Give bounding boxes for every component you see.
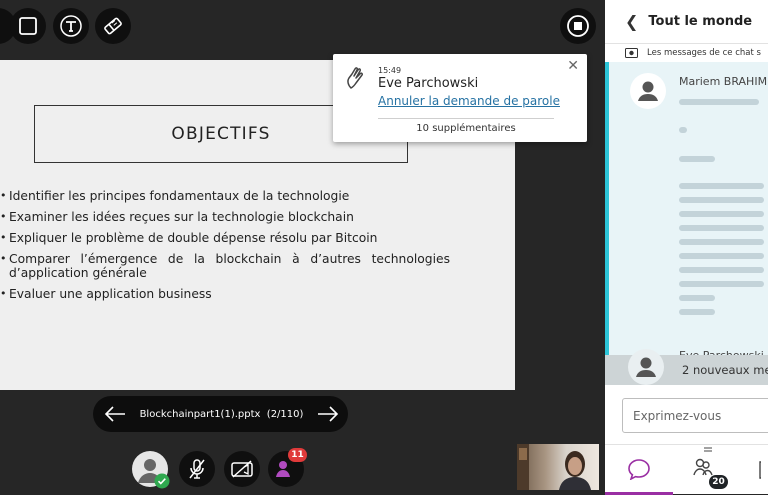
recording-notice-text: Les messages de ce chat s <box>647 48 761 58</box>
blurred-message <box>679 309 715 315</box>
participants-count-badge: 11 <box>288 448 307 462</box>
share-icon <box>759 461 761 479</box>
slide-page-counter: (2/110) <box>266 408 304 420</box>
text-tool-button[interactable] <box>53 8 89 44</box>
slide-bullet: Expliquer le problème de double dépense … <box>0 231 450 245</box>
tab-share[interactable] <box>755 445 768 495</box>
notification-user-name: Eve Parchowski <box>378 76 479 91</box>
blurred-message <box>679 156 715 162</box>
stop-share-icon <box>567 15 589 37</box>
notification-time: 15:49 <box>378 66 402 75</box>
square-icon <box>19 17 37 35</box>
microphone-toggle-button[interactable] <box>179 451 215 487</box>
cancel-hand-link[interactable]: Annuler la demande de parole <box>378 94 560 108</box>
blurred-message <box>679 267 764 273</box>
raise-hand-notification: 15:49 Eve Parchowski Annuler la demande … <box>333 54 587 142</box>
avatar-icon <box>636 357 656 377</box>
slide-navigation: Blockchainpart1(1).pptx (2/110) <box>93 396 348 432</box>
my-status-button[interactable] <box>132 451 170 489</box>
blurred-message <box>679 183 764 189</box>
slide-bullet: Comparer l’émergence de la blockchain à … <box>0 252 450 280</box>
avatar <box>628 349 664 385</box>
webcam-person-image <box>517 444 591 490</box>
slide-bullet: Evaluer une application business <box>0 287 450 301</box>
slide-bullet: Examiner les idées reçues sur la technol… <box>0 210 450 224</box>
chat-input[interactable] <box>623 399 768 432</box>
blurred-message <box>679 239 764 245</box>
menu-icon <box>704 447 712 452</box>
chevron-left-icon[interactable]: ❮ <box>625 12 638 31</box>
avatar-icon <box>638 81 658 101</box>
presentation-stage: OBJECTIFS Identifier les principes fonda… <box>0 0 605 494</box>
raise-hand-icon <box>347 67 363 89</box>
slide-bullet-list: Identifier les principes fondamentaux de… <box>0 189 450 308</box>
chat-panel: ❮ Tout le monde Les messages de ce chat … <box>605 0 768 495</box>
camera-toggle-button[interactable] <box>224 451 260 487</box>
tab-chat[interactable] <box>605 445 673 495</box>
panel-tabs: 20 <box>605 444 768 495</box>
blurred-message <box>679 99 759 105</box>
blurred-message <box>679 295 715 301</box>
square-tool-button[interactable] <box>10 8 46 44</box>
message-sender: Mariem BRAHIM <box>679 75 768 88</box>
chat-title: Tout le monde <box>648 14 753 29</box>
tab-attendees[interactable]: 20 <box>673 445 733 495</box>
blurred-message <box>679 281 764 287</box>
more-notifications-link[interactable]: 10 supplémentaires <box>378 123 554 134</box>
slide-file-name: Blockchainpart1(1).pptx <box>139 408 261 420</box>
blurred-message <box>679 253 764 259</box>
text-icon <box>60 15 82 37</box>
blurred-message <box>679 211 764 217</box>
blurred-message <box>679 197 764 203</box>
blurred-message <box>679 127 687 133</box>
camera-off-icon <box>231 460 253 478</box>
webcam-video <box>517 444 599 490</box>
eraser-icon <box>104 17 122 35</box>
arrow-right-icon[interactable] <box>316 404 340 424</box>
attendees-count-badge: 20 <box>709 475 728 489</box>
arrow-left-icon[interactable] <box>103 404 127 424</box>
blurred-message <box>679 225 764 231</box>
mic-off-icon <box>189 459 205 479</box>
chat-input-wrapper <box>622 398 768 433</box>
eraser-tool-button[interactable] <box>95 8 131 44</box>
chat-bubble-icon <box>628 458 650 480</box>
chat-messages: Mariem BRAHIM Eve Parchowski <box>605 62 768 384</box>
participants-button[interactable]: 11 <box>268 448 307 487</box>
record-icon <box>625 48 638 58</box>
avatar <box>630 73 666 109</box>
status-check-icon <box>154 473 170 489</box>
recording-notice: Les messages de ce chat s <box>605 44 768 62</box>
close-icon[interactable]: ✕ <box>567 58 579 74</box>
stop-share-button[interactable] <box>560 8 596 44</box>
slide-bullet: Identifier les principes fondamentaux de… <box>0 189 450 203</box>
slide-file-info: Blockchainpart1(1).pptx (2/110) <box>140 409 304 420</box>
notification-divider <box>378 118 554 119</box>
chat-header: ❮ Tout le monde <box>605 0 768 44</box>
